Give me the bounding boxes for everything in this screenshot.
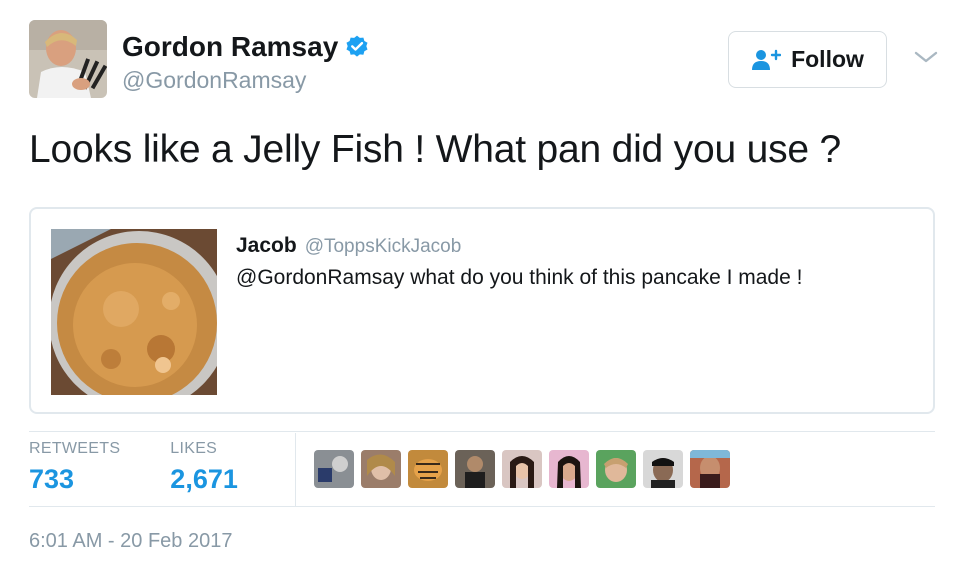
liker-avatar[interactable] xyxy=(549,450,589,488)
author-handle[interactable]: @GordonRamsay xyxy=(122,66,370,94)
liker-avatar[interactable] xyxy=(596,450,636,488)
liker-avatar[interactable] xyxy=(408,450,448,488)
author-name[interactable]: Gordon Ramsay xyxy=(122,30,338,64)
follow-user-icon xyxy=(752,49,782,70)
likes-label: LIKES xyxy=(170,440,218,457)
likes-stat[interactable]: LIKES 2,671 xyxy=(170,440,238,495)
quoted-tweet-card[interactable]: Jacob @ToppsKickJacob @GordonRamsay what… xyxy=(29,207,935,414)
likes-count: 2,671 xyxy=(170,464,238,494)
engagement-stats: RETWEETS 733 LIKES 2,671 xyxy=(29,440,288,495)
stats-bottom-divider xyxy=(29,506,935,507)
stats-separator xyxy=(295,433,296,506)
tweet-timestamp[interactable]: 6:01 AM - 20 Feb 2017 xyxy=(29,530,232,553)
pancake-image xyxy=(49,229,229,411)
quoted-tweet-header: Jacob @ToppsKickJacob xyxy=(236,234,461,258)
quoted-tweet-text: @GordonRamsay what do you think of this … xyxy=(236,266,803,289)
liker-avatar[interactable] xyxy=(643,450,683,488)
liker-avatar[interactable] xyxy=(361,450,401,488)
liker-avatar[interactable] xyxy=(455,450,495,488)
chevron-down-icon[interactable] xyxy=(913,48,939,66)
likers-avatars xyxy=(314,450,730,488)
author-block: Gordon Ramsay @GordonRamsay xyxy=(122,30,370,94)
stats-top-divider xyxy=(29,431,935,432)
liker-avatar[interactable] xyxy=(690,450,730,488)
follow-button-label: Follow xyxy=(791,46,864,72)
quoted-author-handle[interactable]: @ToppsKickJacob xyxy=(305,236,462,258)
liker-avatar[interactable] xyxy=(314,450,354,488)
retweets-stat[interactable]: RETWEETS 733 xyxy=(29,440,120,495)
retweets-count: 733 xyxy=(29,464,75,494)
quoted-author-name[interactable]: Jacob xyxy=(236,234,297,258)
follow-button[interactable]: Follow xyxy=(728,31,887,88)
verified-badge-icon xyxy=(346,35,368,57)
tweet-text: Looks like a Jelly Fish ! What pan did y… xyxy=(29,128,841,171)
retweets-label: RETWEETS xyxy=(29,440,121,457)
liker-avatar[interactable] xyxy=(502,450,542,488)
author-avatar[interactable] xyxy=(29,20,107,98)
